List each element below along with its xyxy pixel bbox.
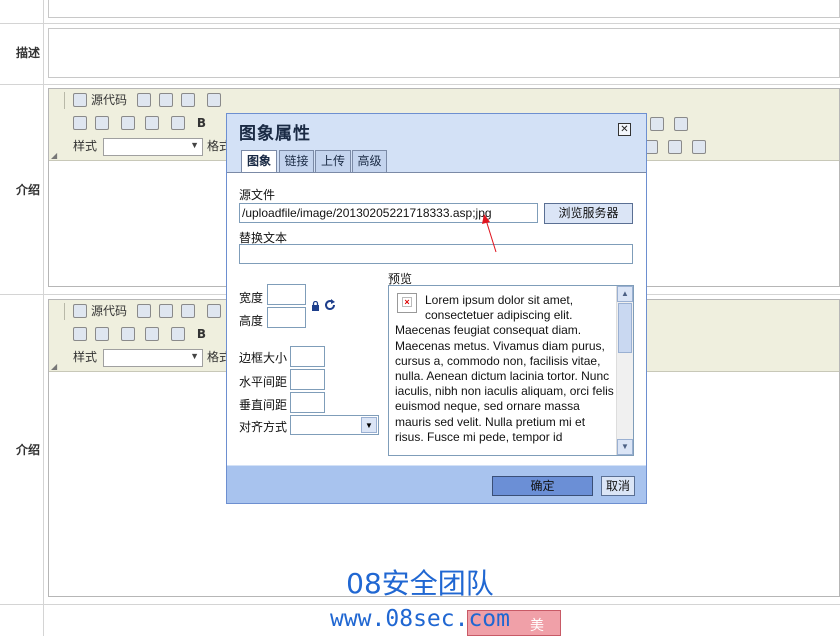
collapse-toolbar-icon[interactable]: ◢: [51, 362, 57, 371]
lock-ratio-icon[interactable]: [311, 300, 320, 311]
collapse-toolbar-icon[interactable]: ◢: [51, 151, 57, 160]
tab-image[interactable]: 图象: [241, 150, 277, 174]
preview-scrollbar[interactable]: ▲ ▼: [616, 286, 633, 455]
flash-icon[interactable]: [95, 327, 109, 341]
numbered-list-icon[interactable]: [650, 117, 664, 131]
row-label-description: 描述: [15, 46, 40, 60]
save-icon[interactable]: [692, 140, 706, 154]
scroll-up-icon[interactable]: ▲: [617, 286, 633, 302]
watermark-team: 08安全团队: [346, 567, 494, 600]
print-icon[interactable]: [668, 140, 682, 154]
style-label: 样式: [73, 350, 98, 364]
scroll-down-icon[interactable]: ▼: [617, 439, 633, 455]
ok-button[interactable]: 确定: [492, 476, 593, 496]
link-icon[interactable]: [145, 327, 159, 341]
table-icon[interactable]: [121, 327, 135, 341]
scroll-thumb[interactable]: [618, 303, 632, 353]
vspace-label: 垂直间距: [239, 398, 288, 412]
row-label-intro-1: 介绍: [15, 183, 40, 197]
chevron-down-icon: ▼: [190, 140, 199, 150]
toolbar-row-1: 源代码: [49, 89, 839, 112]
style-select[interactable]: ▼: [103, 349, 203, 367]
template-icon[interactable]: [181, 304, 195, 318]
description-field[interactable]: [48, 28, 840, 78]
row-divider: [0, 604, 840, 605]
row-divider: [0, 23, 840, 24]
image-icon[interactable]: [73, 327, 87, 341]
bulleted-list-icon[interactable]: [674, 117, 688, 131]
broken-image-icon: ×: [397, 293, 417, 313]
dialog-title: 图象属性: [239, 124, 311, 144]
preview-box: × Lorem ipsum dolor sit amet, consectetu…: [388, 285, 634, 456]
close-icon[interactable]: ✕: [618, 123, 631, 136]
annotation-arrow-icon: [482, 214, 497, 253]
align-label: 对齐方式: [239, 420, 288, 434]
tab-link[interactable]: 链接: [279, 150, 314, 173]
preview-content: × Lorem ipsum dolor sit amet, consectetu…: [395, 293, 617, 445]
image-properties-dialog: 图象属性 ✕ 图象 链接 上传 高级 源文件 /uploadfile/image…: [226, 113, 647, 504]
watermark-url: www.08sec.com: [329, 606, 510, 632]
link-icon[interactable]: [145, 116, 159, 130]
style-select[interactable]: ▼: [103, 138, 203, 156]
preview-icon[interactable]: [159, 304, 173, 318]
style-label: 样式: [73, 139, 98, 153]
height-input[interactable]: [267, 307, 306, 328]
vspace-input[interactable]: [290, 392, 325, 413]
height-label: 高度: [239, 314, 264, 328]
chevron-down-icon: ▼: [361, 417, 377, 433]
top-field[interactable]: [48, 0, 840, 18]
save-icon[interactable]: [137, 93, 151, 107]
width-label: 宽度: [239, 291, 264, 305]
template-icon[interactable]: [207, 93, 221, 107]
bold-button[interactable]: B: [193, 115, 210, 132]
source-code-button[interactable]: 源代码: [91, 303, 127, 320]
toolbar-separator: [64, 92, 65, 109]
source-code-button[interactable]: 源代码: [91, 92, 127, 109]
list-icons-group: [648, 116, 698, 136]
table-icon[interactable]: [121, 116, 135, 130]
hspace-input[interactable]: [290, 369, 325, 390]
row-divider: [0, 84, 840, 85]
tab-advanced[interactable]: 高级: [352, 150, 387, 173]
align-select[interactable]: ▼: [290, 415, 379, 435]
hspace-label: 水平间距: [239, 375, 288, 389]
form-column-divider: [43, 0, 44, 636]
toolbar-separator: [64, 303, 65, 320]
preview-icon[interactable]: [159, 93, 173, 107]
width-input[interactable]: [267, 284, 306, 305]
alt-text-input[interactable]: [239, 244, 633, 264]
source-code-icon[interactable]: [73, 304, 87, 318]
save-icon[interactable]: [137, 304, 151, 318]
browse-server-button[interactable]: 浏览服务器: [544, 203, 633, 224]
source-file-label: 源文件: [239, 188, 276, 202]
print-save-icons-group: [644, 139, 708, 159]
border-size-input[interactable]: [290, 346, 325, 367]
tab-upload[interactable]: 上传: [315, 150, 351, 173]
flash-icon[interactable]: [95, 116, 109, 130]
border-size-label: 边框大小: [239, 351, 288, 365]
special-char-icon[interactable]: [171, 116, 185, 130]
cancel-button[interactable]: 取消: [601, 476, 635, 496]
image-icon[interactable]: [73, 116, 87, 130]
chevron-down-icon: ▼: [190, 351, 199, 361]
row-label-intro-2: 介绍: [15, 443, 40, 457]
special-char-icon[interactable]: [171, 327, 185, 341]
reset-size-icon[interactable]: [324, 299, 336, 311]
template-icon[interactable]: [181, 93, 195, 107]
source-code-icon[interactable]: [73, 93, 87, 107]
template-icon[interactable]: [207, 304, 221, 318]
bold-button[interactable]: B: [193, 326, 210, 343]
preview-text: Lorem ipsum dolor sit amet, consectetuer…: [395, 293, 614, 444]
